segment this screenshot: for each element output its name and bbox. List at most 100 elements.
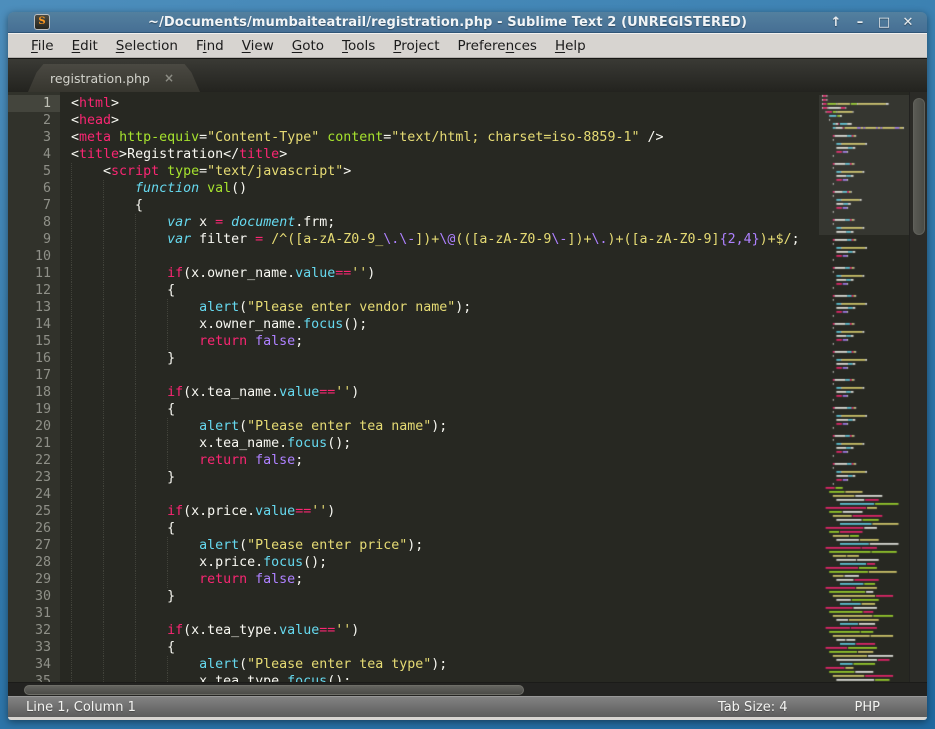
code-line[interactable]: 31 <box>8 605 819 622</box>
close-button[interactable]: ✕ <box>901 12 915 33</box>
tab-size-button[interactable]: Tab Size: 4 <box>718 700 788 715</box>
code-line[interactable]: 34 alert("Please enter tea type"); <box>8 656 819 673</box>
menubar: FileEditSelectionFindViewGotoToolsProjec… <box>8 33 927 58</box>
minimize-button[interactable]: – <box>853 12 867 33</box>
code-line[interactable]: 15 return false; <box>8 333 819 350</box>
line-number: 14 <box>8 316 60 333</box>
code-line[interactable]: 7 { <box>8 197 819 214</box>
code-line-text: } <box>71 469 175 486</box>
shade-button[interactable]: ↑ <box>829 12 843 33</box>
code-line[interactable]: 5 <script type="text/javascript"> <box>8 163 819 180</box>
menu-item-preferences[interactable]: Preferences <box>449 36 546 56</box>
code-line-text: var x = document.frm; <box>71 214 335 231</box>
tab-label: registration.php <box>50 71 150 86</box>
line-number: 9 <box>8 231 60 248</box>
menu-item-edit[interactable]: Edit <box>63 36 107 56</box>
code-line[interactable]: 21 x.tea_name.focus(); <box>8 435 819 452</box>
code-line[interactable]: 27 alert("Please enter price"); <box>8 537 819 554</box>
code-line-text: <head> <box>71 112 119 129</box>
horizontal-scrollbar-thumb[interactable] <box>24 685 524 695</box>
code-line[interactable]: 20 alert("Please enter tea name"); <box>8 418 819 435</box>
code-line-text: <meta http-equiv="Content-Type" content=… <box>71 129 664 146</box>
menu-item-help[interactable]: Help <box>546 36 595 56</box>
code-line[interactable]: 1<html> <box>8 95 819 112</box>
code-line[interactable]: 6 function val() <box>8 180 819 197</box>
code-area[interactable]: 1<html>2 <head>3<meta http-equiv="Content… <box>8 92 819 682</box>
menu-item-file[interactable]: File <box>22 36 63 56</box>
line-number: 19 <box>8 401 60 418</box>
code-line[interactable]: 22 return false; <box>8 452 819 469</box>
line-number: 30 <box>8 588 60 605</box>
vertical-scrollbar[interactable] <box>909 92 927 682</box>
sublime-window: S ~/Documents/mumbaiteatrail/registratio… <box>8 12 927 720</box>
line-number: 10 <box>8 248 60 265</box>
code-line[interactable]: 30 } <box>8 588 819 605</box>
code-editor[interactable]: 1<html>2 <head>3<meta http-equiv="Content… <box>8 92 927 682</box>
code-line-text: var filter = /^([a-zA-Z0-9_\.\-])+\@(([a… <box>71 231 800 248</box>
syntax-button[interactable]: PHP <box>855 700 880 715</box>
code-line[interactable]: 16 } <box>8 350 819 367</box>
menu-item-find[interactable]: Find <box>187 36 233 56</box>
code-line[interactable]: 33 { <box>8 639 819 656</box>
code-line-text: return false; <box>71 452 303 469</box>
line-number: 33 <box>8 639 60 656</box>
menu-item-selection[interactable]: Selection <box>107 36 187 56</box>
code-line-text: return false; <box>71 571 303 588</box>
vertical-scrollbar-thumb[interactable] <box>913 98 925 235</box>
line-number: 34 <box>8 656 60 673</box>
code-line[interactable]: 32 if(x.tea_type.value=='') <box>8 622 819 639</box>
line-number: 16 <box>8 350 60 367</box>
line-number: 26 <box>8 520 60 537</box>
code-line-text: x.tea_type.focus(); <box>71 673 351 682</box>
sublime-logo-icon: S <box>34 14 50 30</box>
menu-item-project[interactable]: Project <box>384 36 448 56</box>
code-line[interactable]: 2 <head> <box>8 112 819 129</box>
code-line[interactable]: 26 { <box>8 520 819 537</box>
menu-item-goto[interactable]: Goto <box>283 36 333 56</box>
minimap-viewport[interactable] <box>819 95 909 235</box>
menu-item-view[interactable]: View <box>233 36 283 56</box>
code-line[interactable]: 4<title>Registration</title> <box>8 146 819 163</box>
line-number: 29 <box>8 571 60 588</box>
line-number: 12 <box>8 282 60 299</box>
code-line[interactable]: 24 <box>8 486 819 503</box>
line-number: 22 <box>8 452 60 469</box>
minimap[interactable] <box>819 92 909 682</box>
line-number: 8 <box>8 214 60 231</box>
code-line[interactable]: 25 if(x.price.value=='') <box>8 503 819 520</box>
code-line-text: x.owner_name.focus(); <box>71 316 367 333</box>
menu-item-tools[interactable]: Tools <box>333 36 384 56</box>
code-line[interactable]: 29 return false; <box>8 571 819 588</box>
line-number: 17 <box>8 367 60 384</box>
horizontal-scrollbar[interactable] <box>8 682 927 696</box>
tab-bar: registration.php × <box>8 58 927 92</box>
code-line[interactable]: 35 x.tea_type.focus(); <box>8 673 819 682</box>
code-line[interactable]: 14 x.owner_name.focus(); <box>8 316 819 333</box>
tab-registration-php[interactable]: registration.php × <box>28 64 200 92</box>
code-line-text: { <box>71 197 143 214</box>
desktop: { "window": { "title": "~/Documents/mumb… <box>0 0 935 729</box>
line-number: 31 <box>8 605 60 622</box>
code-line[interactable]: 19 { <box>8 401 819 418</box>
code-line[interactable]: 9 var filter = /^([a-zA-Z0-9_\.\-])+\@((… <box>8 231 819 248</box>
code-line[interactable]: 10 <box>8 248 819 265</box>
code-line[interactable]: 12 { <box>8 282 819 299</box>
status-bar: Line 1, Column 1 Tab Size: 4 PHP <box>8 696 927 717</box>
tab-close-icon[interactable]: × <box>164 71 174 85</box>
code-line[interactable]: 3<meta http-equiv="Content-Type" content… <box>8 129 819 146</box>
code-line[interactable]: 18 if(x.tea_name.value=='') <box>8 384 819 401</box>
code-line-text: alert("Please enter tea type"); <box>71 656 447 673</box>
code-line[interactable]: 11 if(x.owner_name.value=='') <box>8 265 819 282</box>
code-line-text: if(x.tea_name.value=='') <box>71 384 359 401</box>
maximize-button[interactable]: □ <box>877 12 891 33</box>
line-number: 15 <box>8 333 60 350</box>
code-line[interactable]: 13 alert("Please enter vendor name"); <box>8 299 819 316</box>
line-number: 2 <box>8 112 60 129</box>
code-line[interactable]: 8 var x = document.frm; <box>8 214 819 231</box>
code-line[interactable]: 17 <box>8 367 819 384</box>
code-line-text: alert("Please enter tea name"); <box>71 418 447 435</box>
titlebar[interactable]: S ~/Documents/mumbaiteatrail/registratio… <box>8 12 927 33</box>
code-line-text: <script type="text/javascript"> <box>71 163 351 180</box>
code-line[interactable]: 23 } <box>8 469 819 486</box>
code-line[interactable]: 28 x.price.focus(); <box>8 554 819 571</box>
